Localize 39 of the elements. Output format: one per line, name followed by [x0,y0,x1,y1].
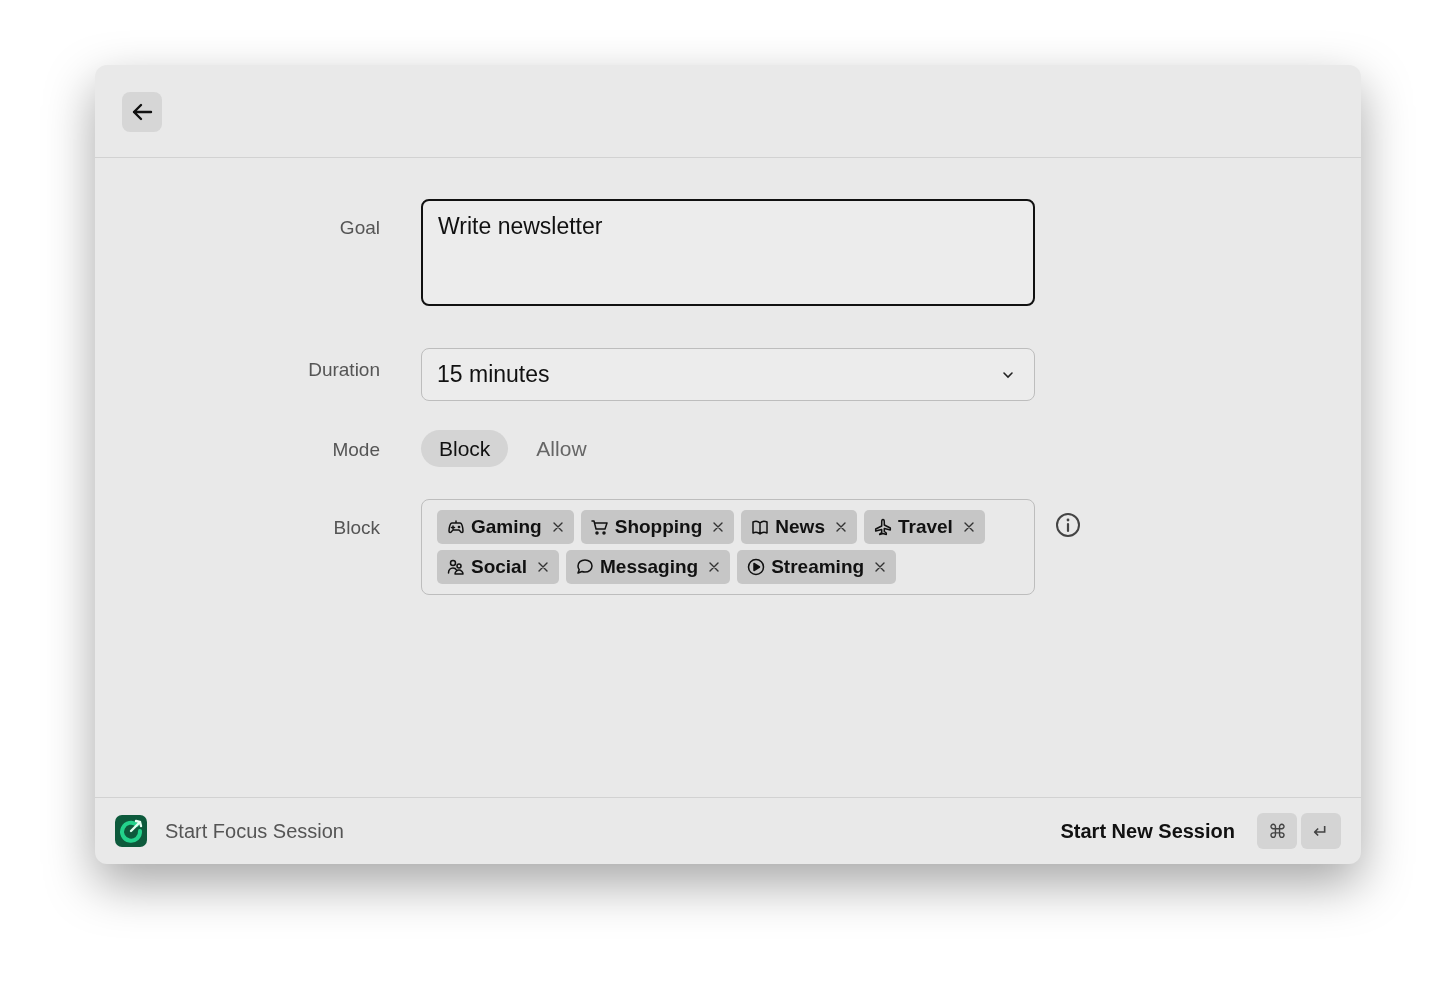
remove-icon[interactable] [962,521,975,533]
mode-option[interactable]: Allow [518,430,605,467]
goal-label: Goal [339,217,380,239]
mode-option[interactable]: Block [421,430,509,467]
gamepad-icon [447,518,465,536]
remove-icon[interactable] [874,561,887,573]
remove-icon[interactable] [537,561,549,573]
tag-label: Social [471,556,527,578]
tag-label: News [775,516,825,538]
tag-label: Gaming [471,516,542,538]
keycap: ↵ [1301,813,1341,849]
tag-label: Messaging [600,556,699,578]
book-icon [751,518,770,536]
speech-bubble-icon [576,558,594,576]
duration-dropdown[interactable]: 15 minutes [421,348,1035,401]
goal-field[interactable]: Write newsletter [421,199,1035,306]
keycap: ⌘ [1257,813,1297,849]
mode-label: Mode [332,439,380,461]
remove-icon[interactable] [708,561,721,573]
duration-label: Duration [308,358,380,381]
app-logo-icon [115,815,147,847]
airplane-icon [873,518,892,536]
start-session-button[interactable]: Start New Session [1054,818,1241,844]
block-label: Block [333,517,380,539]
remove-icon[interactable] [712,521,725,533]
tag-label: Streaming [771,556,865,578]
info-icon[interactable] [1055,512,1081,538]
tag-label: Travel [897,516,953,538]
block-tags-field[interactable]: Gaming Shopping News Travel Social Messaging Streaming [421,499,1035,595]
people-icon [447,558,465,576]
footer-title: Start Focus Session [165,819,344,843]
chevron-down-icon [1002,370,1014,379]
cart-icon [590,518,609,536]
tag-label: Shopping [614,516,703,538]
back-arrow-icon [131,103,153,121]
play-icon [747,558,766,576]
back-button[interactable] [122,92,162,132]
remove-icon[interactable] [551,521,564,533]
remove-icon[interactable] [834,521,847,533]
